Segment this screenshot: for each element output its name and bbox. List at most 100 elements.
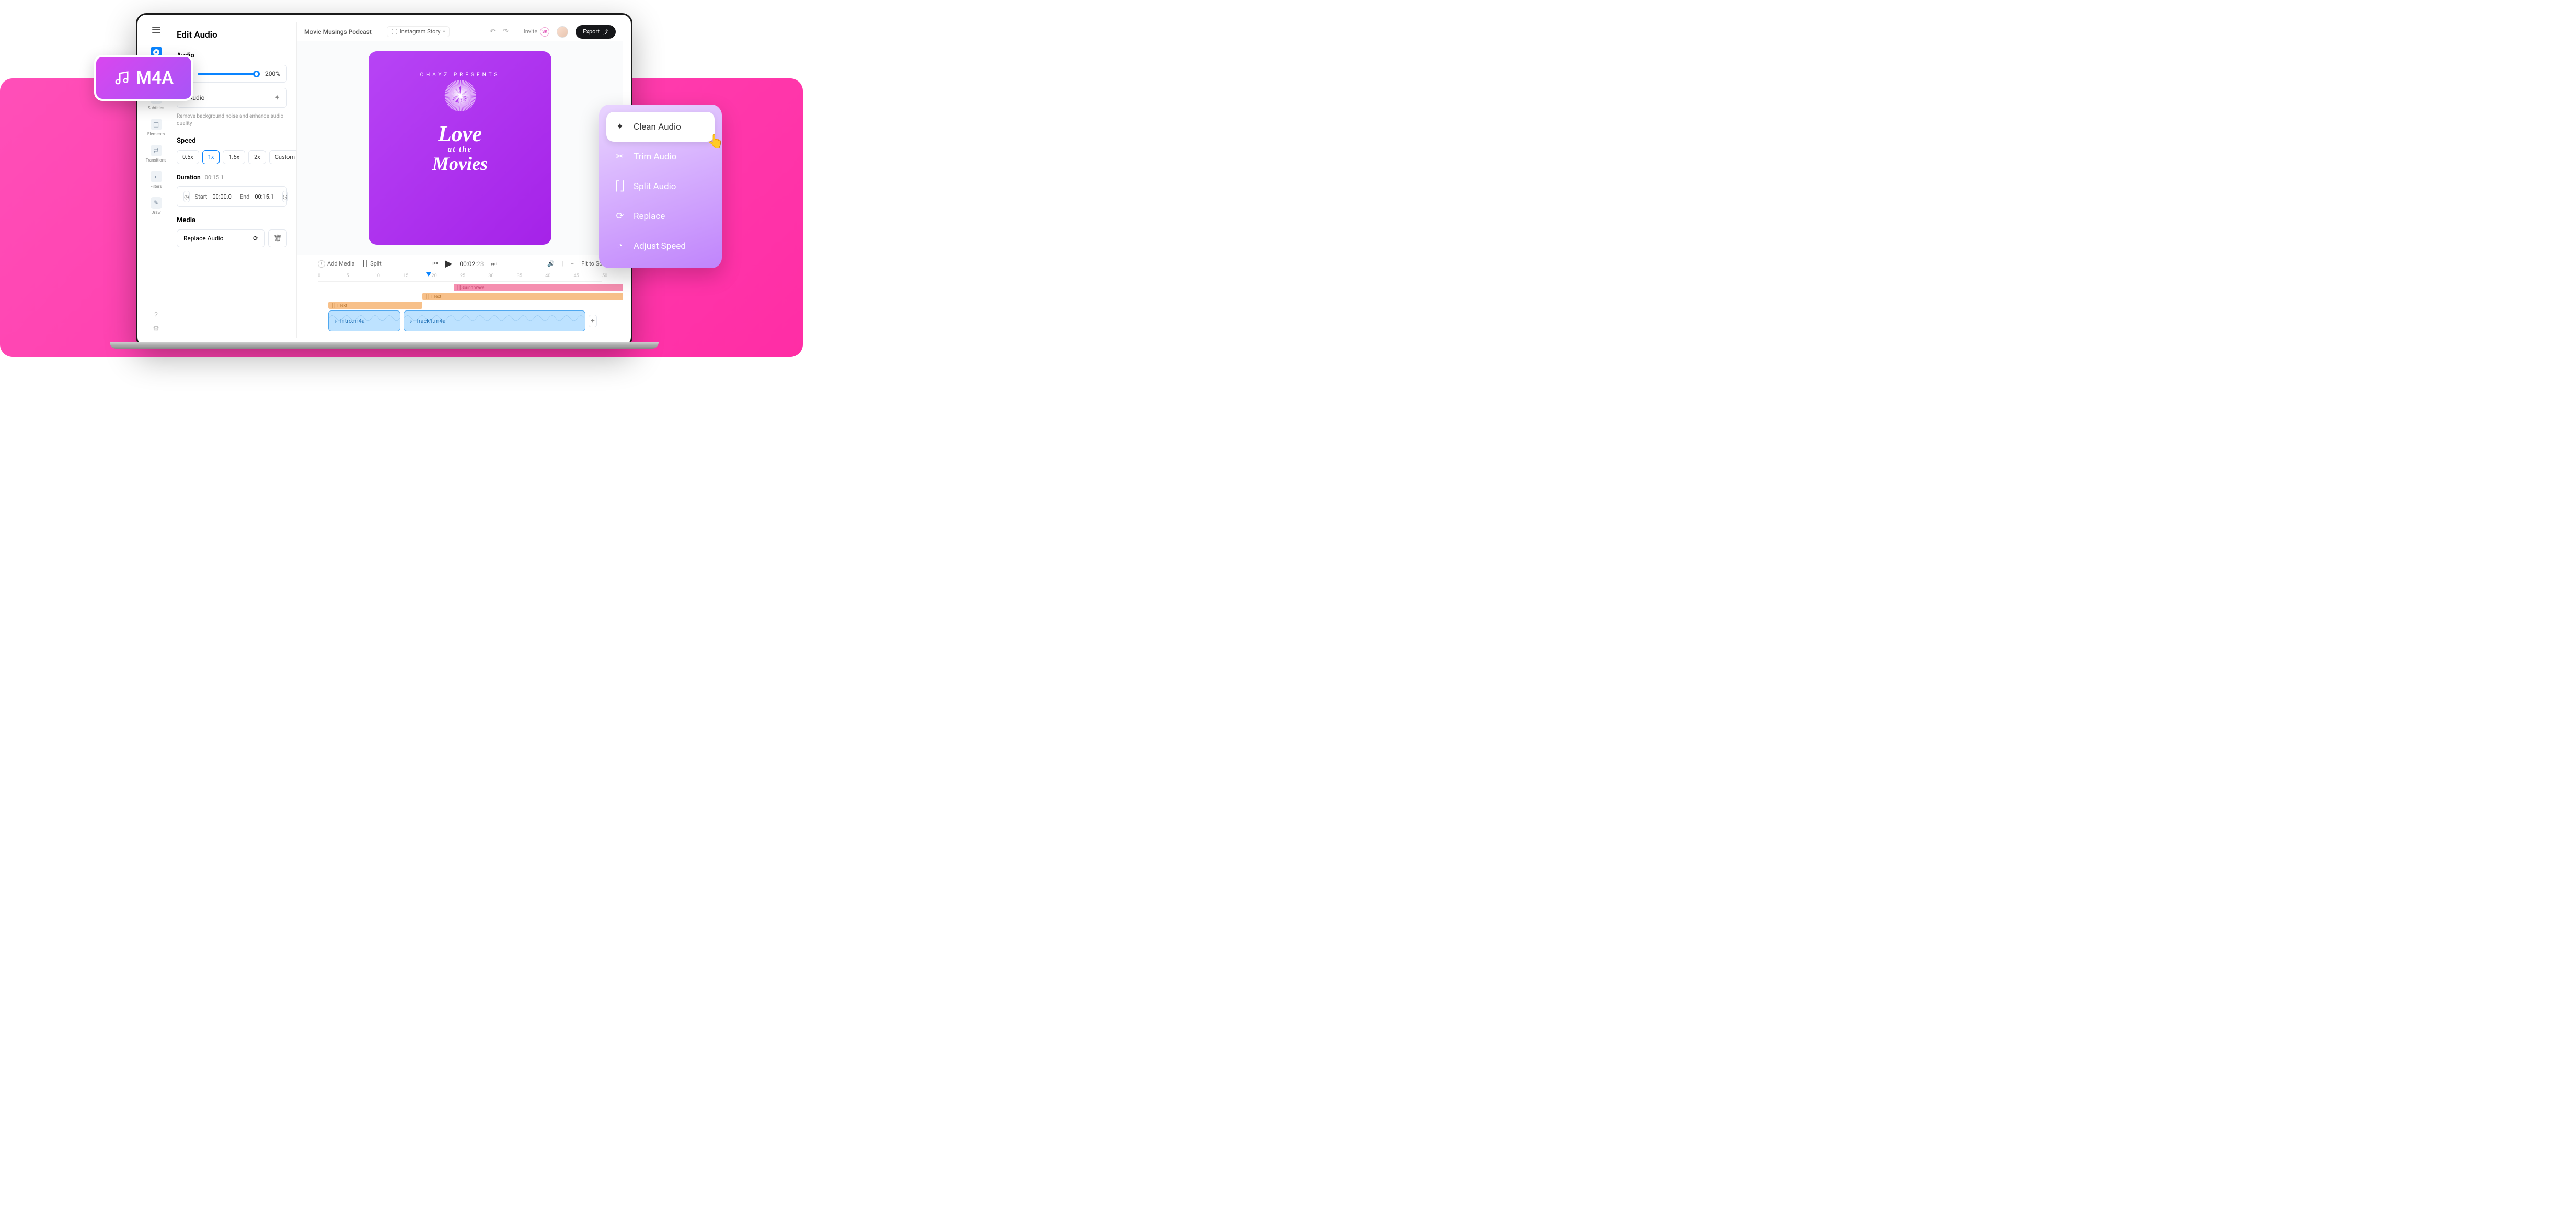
replace-label: Replace Audio — [183, 235, 223, 242]
nav-label: Elements — [147, 132, 165, 136]
timeline-controls: +Add Media ⎮⎮Split ⏮ ▶ 00:02:23 ⏭ 🔊 | − … — [302, 255, 618, 272]
filters-icon: ◐ — [151, 171, 162, 182]
split-button[interactable]: ⎮⎮Split — [362, 260, 382, 267]
speed-chip[interactable]: 2x — [248, 150, 266, 164]
menu-label: Adjust Speed — [634, 241, 686, 251]
menu-adjust-speed[interactable]: ◔ Adjust Speed — [606, 231, 715, 261]
nav-filters[interactable]: ◐ Filters — [145, 167, 167, 193]
upload-icon: ⤴ — [603, 28, 608, 36]
podcast-artwork[interactable]: CHAYZ PRESENTS Love at the Movies — [369, 51, 551, 245]
skip-back-icon[interactable]: ⏮ — [433, 260, 438, 268]
elements-icon: ◫ — [151, 119, 162, 130]
fit-label[interactable]: Fit to Sc — [581, 260, 602, 267]
speed-chip[interactable]: Custom — [269, 150, 297, 164]
end-label: End — [240, 193, 250, 200]
sparkle-icon: ✦ — [615, 121, 625, 132]
media-row: Replace Audio ⟳ 🗑 — [177, 229, 287, 247]
nav-label: Filters — [150, 184, 162, 189]
redo-icon[interactable]: ↷ — [503, 28, 509, 36]
avatar[interactable] — [557, 26, 568, 38]
add-media-button[interactable]: +Add Media — [318, 260, 355, 268]
slider-track[interactable] — [198, 73, 260, 75]
format-label: Instagram Story — [400, 28, 441, 35]
clock-end-icon[interactable]: ◷ — [282, 191, 289, 202]
audio-section-label: Audio — [177, 52, 287, 60]
track-sound-wave[interactable]: ⎮⎮ Sound Wave — [454, 284, 623, 291]
duration-label: Duration — [177, 174, 201, 181]
start-label: Start — [195, 193, 208, 200]
speed-chip[interactable]: 0.5x — [177, 150, 199, 164]
timeline: +Add Media ⎮⎮Split ⏮ ▶ 00:02:23 ⏭ 🔊 | − … — [297, 255, 623, 338]
menu-replace[interactable]: ⟳ Replace — [606, 201, 715, 231]
canvas-body[interactable]: CHAYZ PRESENTS Love at the Movies — [297, 41, 623, 255]
zoom-out-icon[interactable]: − — [571, 260, 574, 267]
speed-chip[interactable]: 1x — [202, 150, 220, 164]
settings-icon[interactable]: ⚙ — [153, 325, 159, 333]
add-track-button[interactable]: + — [589, 315, 597, 327]
audio-track-row: ♪ Intro.m4a ♪ Track1.m4a + — [318, 310, 602, 331]
band-label: T Text — [430, 294, 441, 299]
waveform — [404, 311, 584, 326]
timeline-time: 00:02:23 — [459, 260, 484, 268]
sparkle-icon: ✦ — [274, 94, 280, 102]
end-value[interactable]: 00:15.1 — [255, 193, 273, 200]
m4a-label: M4A — [136, 67, 174, 88]
laptop-frame: TText ▭Subtitles ◫Elements ⇄Transitions … — [136, 13, 632, 348]
delete-button[interactable]: 🗑 — [268, 229, 287, 247]
project-name[interactable]: Movie Musings Podcast — [304, 28, 372, 36]
split-label: Split — [370, 260, 382, 267]
m4a-badge: M4A — [94, 55, 193, 101]
instagram-icon — [392, 29, 397, 34]
band-label: T Text — [336, 303, 347, 308]
nav-elements[interactable]: ◫ Elements — [145, 114, 167, 141]
audio-clip[interactable]: ♪ Intro.m4a — [328, 310, 400, 331]
format-dropdown[interactable]: Instagram Story ▾ — [387, 26, 450, 37]
nav-draw[interactable]: ✎Draw — [145, 193, 167, 219]
menu-split-audio[interactable]: ⎡⎦ Split Audio — [606, 171, 715, 201]
art-rays — [389, 72, 531, 224]
track-text-2[interactable]: ⎮⎮ T Text — [328, 302, 422, 309]
chevron-down-icon: ▾ — [443, 29, 445, 34]
play-button[interactable]: ▶ — [445, 258, 453, 269]
help-text: Remove background noise and enhance audi… — [177, 113, 287, 128]
volume-icon[interactable]: 🔊 — [547, 260, 555, 267]
context-menu: ✦ Clean Audio 👆 ✂ Trim Audio ⎡⎦ Split Au… — [599, 105, 722, 268]
laptop-base — [110, 342, 659, 349]
slider-thumb[interactable] — [253, 71, 260, 77]
divider — [379, 27, 380, 37]
draw-icon: ✎ — [151, 197, 162, 209]
tracks: ⎮⎮ Sound Wave ⎮⎮ T Text ⎮⎮ T Text ♪ Intr… — [302, 282, 618, 333]
split-icon: ⎮⎮ — [362, 260, 368, 267]
nav-transitions[interactable]: ⇄Transitions — [145, 141, 167, 167]
menu-label: Split Audio — [634, 181, 676, 192]
canvas-area: Movie Musings Podcast Instagram Story ▾ … — [297, 22, 623, 338]
menu-label: Replace — [634, 211, 665, 222]
clock-start-icon[interactable]: ◷ — [183, 191, 190, 202]
menu-clean-audio[interactable]: ✦ Clean Audio 👆 — [606, 112, 715, 142]
skip-forward-icon[interactable]: ⏭ — [491, 260, 497, 268]
add-media-label: Add Media — [327, 260, 355, 267]
band-label: Sound Wave — [461, 285, 484, 290]
track-text-1[interactable]: ⎮⎮ T Text — [422, 293, 623, 300]
menu-label: Clean Audio — [634, 122, 681, 132]
undo-icon[interactable]: ↶ — [490, 28, 496, 36]
audio-clip[interactable]: ♪ Track1.m4a — [404, 310, 585, 331]
menu-trim-audio[interactable]: ✂ Trim Audio — [606, 142, 715, 171]
replace-audio-button[interactable]: Replace Audio ⟳ — [177, 229, 265, 247]
duration-row: Duration 00:15.1 — [177, 174, 287, 181]
export-label: Export — [583, 28, 600, 35]
help-icon[interactable]: ? — [154, 311, 158, 319]
start-value[interactable]: 00:00.0 — [212, 193, 231, 200]
transitions-icon: ⇄ — [151, 145, 162, 156]
speed-chip[interactable]: 1.5x — [223, 150, 245, 164]
menu-icon[interactable] — [152, 27, 160, 33]
playhead[interactable] — [426, 272, 431, 277]
export-button[interactable]: Export ⤴ — [576, 25, 616, 39]
panel-title: Edit Audio — [177, 30, 287, 40]
volume-value: 200% — [265, 70, 280, 77]
canvas-header: Movie Musings Podcast Instagram Story ▾ … — [297, 22, 623, 41]
invite-badge: SK — [540, 27, 549, 37]
timeline-ruler[interactable]: 05101520253035404550 — [318, 272, 602, 282]
nav-label: Draw — [151, 210, 160, 215]
invite-button[interactable]: Invite SK — [524, 27, 550, 37]
